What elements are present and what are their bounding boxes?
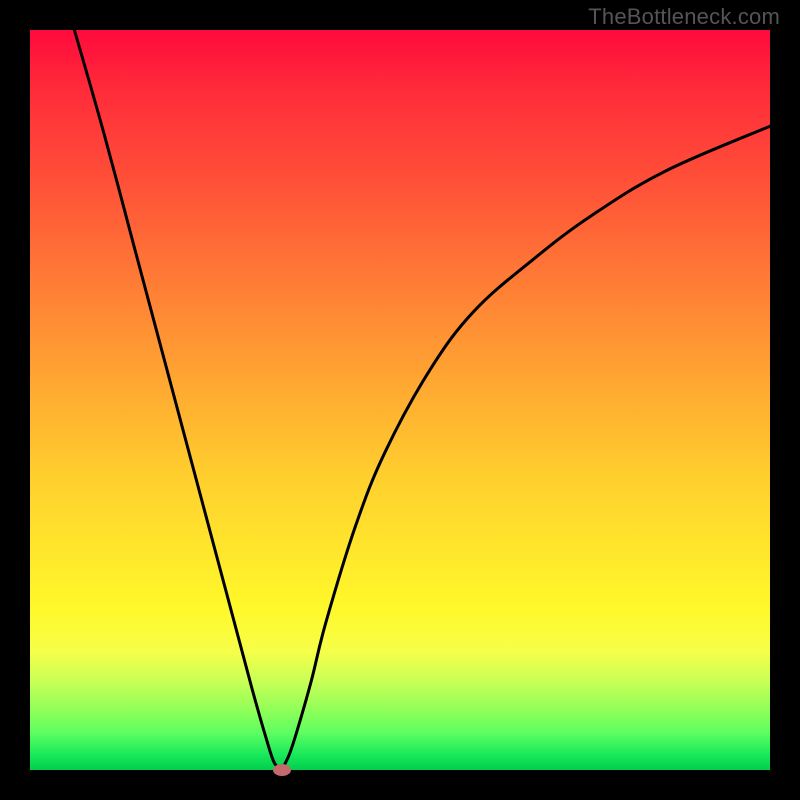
watermark-text: TheBottleneck.com: [588, 4, 780, 30]
bottleneck-curve-left: [74, 30, 281, 770]
minimum-marker: [273, 764, 291, 776]
curve-svg: [30, 30, 770, 770]
bottleneck-curve-right: [282, 126, 770, 770]
plot-area: [30, 30, 770, 770]
chart-frame: TheBottleneck.com: [0, 0, 800, 800]
